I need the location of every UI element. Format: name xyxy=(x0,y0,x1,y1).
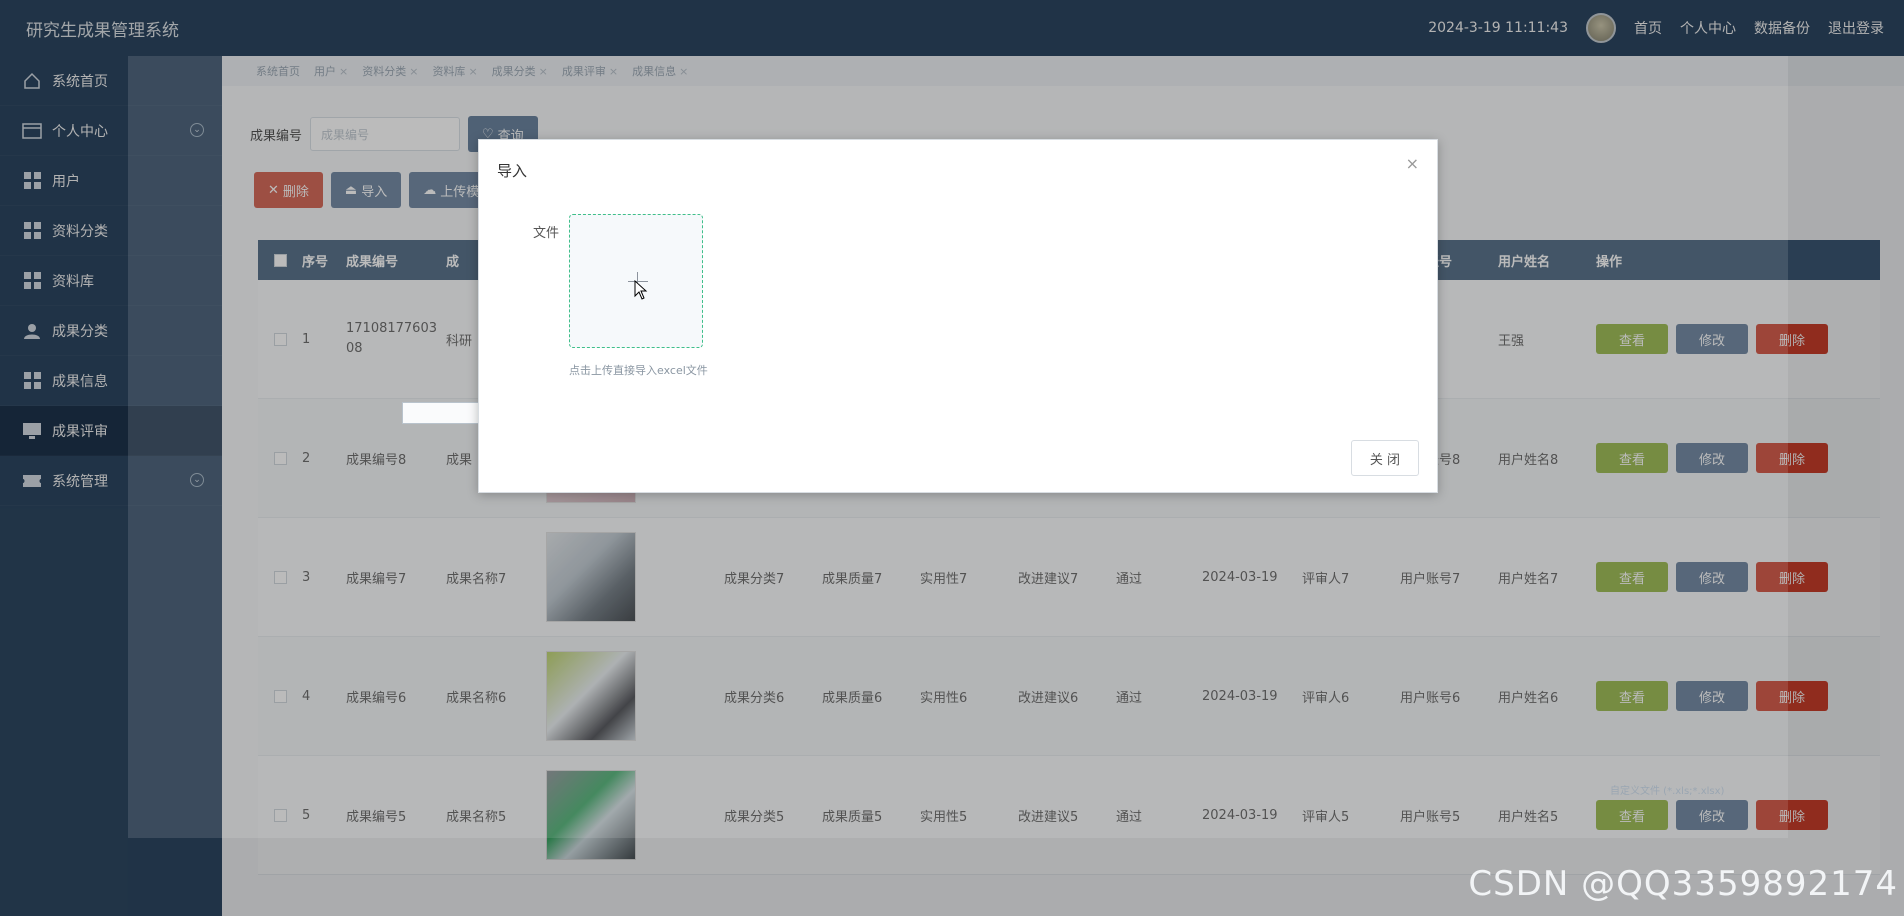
dialog-title: 导入 xyxy=(497,162,528,180)
close-icon[interactable]: × xyxy=(1406,154,1419,173)
watermark: CSDN @QQ3359892174 xyxy=(1468,864,1898,904)
upload-hint: 点击上传直接导入excel文件 xyxy=(569,364,708,377)
close-button[interactable]: 关 闭 xyxy=(1351,440,1419,476)
file-field-label: 文件 xyxy=(533,226,560,241)
import-dialog: 导入 × 文件 点击上传直接导入excel文件 关 闭 xyxy=(478,139,1438,493)
file-type-filter: 自定义文件 (*.xls;*.xlsx) xyxy=(1610,786,1725,797)
